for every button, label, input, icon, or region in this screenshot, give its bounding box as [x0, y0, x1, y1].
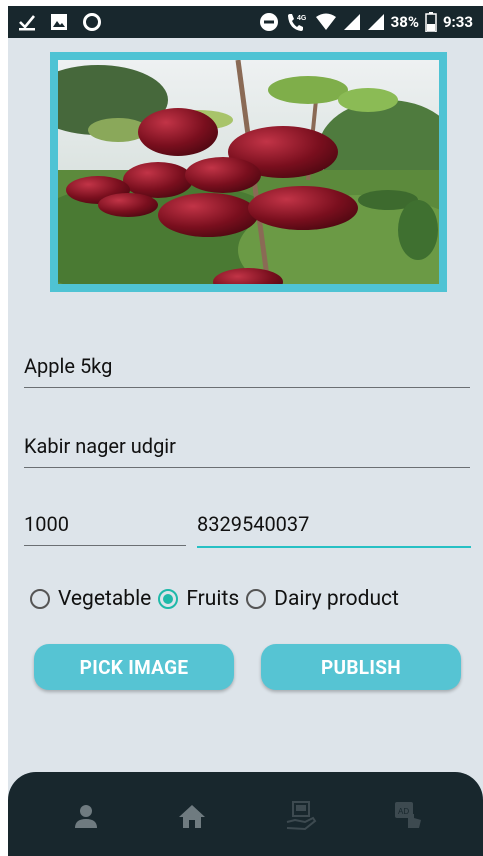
product-photo	[58, 60, 439, 284]
price-input[interactable]: 1000	[24, 512, 186, 546]
category-radio-group: Vegetable Fruits Dairy product	[30, 582, 406, 616]
ad-touch-icon: AD	[395, 802, 421, 828]
svg-text:AD: AD	[398, 807, 409, 816]
radio-label-vegetable: Vegetable	[58, 587, 152, 611]
status-bar: 4G 38% 9:33	[8, 6, 483, 38]
nav-ads[interactable]: AD	[391, 798, 427, 834]
home-icon	[179, 805, 205, 828]
radio-vegetable[interactable]: Vegetable	[30, 587, 151, 611]
clock: 9:33	[442, 13, 473, 31]
status-left-icons	[18, 6, 102, 38]
nav-sell[interactable]	[283, 798, 319, 834]
radio-label-dairy-product: Dairy product	[274, 587, 399, 611]
product-image-frame	[50, 52, 447, 292]
nav-home[interactable]	[174, 798, 210, 834]
checkbox-download-icon	[18, 13, 36, 31]
wifi-icon	[315, 13, 337, 31]
radio-circle-checked[interactable]	[158, 589, 179, 609]
signal-icon	[343, 13, 361, 31]
radio-fruits[interactable]: Fruits	[158, 587, 239, 611]
network-label: 4G	[297, 15, 307, 22]
status-right-icons: 4G 38% 9:33	[259, 6, 473, 38]
radio-circle[interactable]	[246, 589, 267, 609]
product-title-input[interactable]: Apple 5kg	[24, 354, 470, 388]
publish-button[interactable]: PUBLISH	[261, 644, 461, 690]
phone-input[interactable]: 8329540037	[197, 512, 471, 548]
do-not-disturb-icon	[259, 12, 279, 32]
battery-icon	[425, 12, 437, 32]
image-icon	[50, 13, 68, 31]
bottom-navigation: AD	[8, 772, 483, 856]
circle-icon	[82, 12, 102, 32]
sell-hand-icon	[286, 801, 317, 831]
call-4g-icon: 4G	[285, 12, 309, 32]
nav-profile[interactable]	[68, 798, 104, 834]
pick-image-button[interactable]: PICK IMAGE	[34, 644, 234, 690]
signal-icon-2	[367, 13, 385, 31]
radio-circle[interactable]	[30, 589, 50, 609]
radio-label-fruits: Fruits	[186, 587, 240, 611]
battery-percent: 38%	[390, 13, 419, 31]
address-input[interactable]: Kabir nager udgir	[24, 434, 470, 468]
radio-dairy-product[interactable]: Dairy product	[246, 587, 399, 611]
person-icon	[75, 805, 97, 828]
app-screen: 4G 38% 9:33 Apple 5kg Kabir nager udgir …	[8, 6, 483, 856]
